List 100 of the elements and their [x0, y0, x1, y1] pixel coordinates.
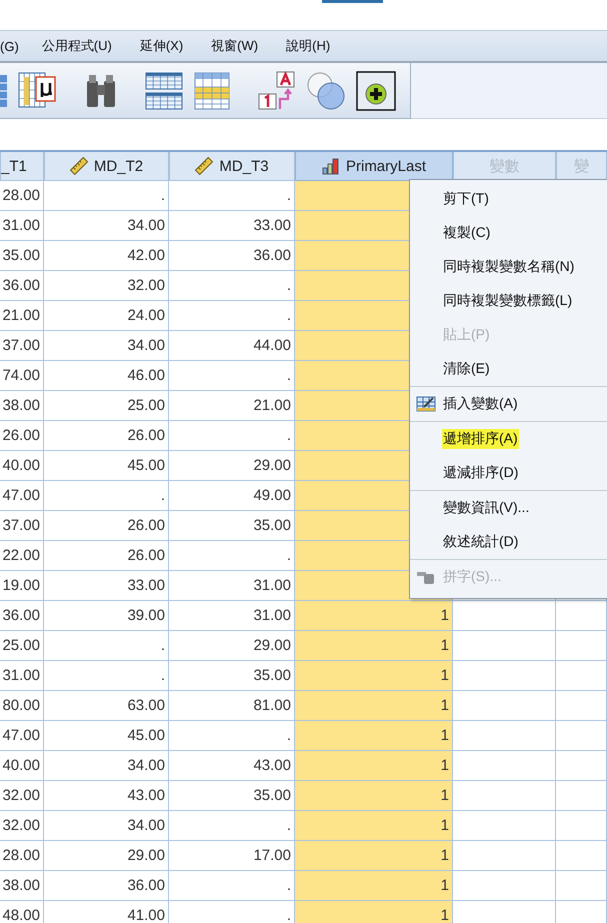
table-cell: 63.00: [44, 691, 169, 721]
context-menu-item[interactable]: 遞減排序(D): [410, 456, 607, 490]
table-cell: 26.00: [44, 421, 169, 451]
table-cell: [556, 811, 607, 841]
context-menu-item[interactable]: 同時複製變數標籤(L): [410, 284, 607, 318]
bar-chart-icon: [322, 157, 340, 175]
table-cell: .: [44, 181, 169, 211]
table-cell: 29.00: [169, 451, 295, 481]
table-cell: .: [169, 421, 295, 451]
table-cell: 31.00: [0, 661, 44, 691]
value-labels-icon[interactable]: [258, 70, 296, 110]
menu-item[interactable]: 延伸(X): [140, 37, 184, 55]
context-menu-item[interactable]: 剪下(T): [410, 182, 607, 216]
table-cell: 1: [295, 601, 453, 631]
table-cell: 29.00: [44, 841, 169, 871]
table-cell: 34.00: [44, 751, 169, 781]
context-menu-item[interactable]: 同時複製變數名稱(N): [410, 250, 607, 284]
table-cell: 17.00: [169, 841, 295, 871]
table-cell: .: [44, 661, 169, 691]
table-cell: 48.00: [0, 901, 44, 923]
table-cell: [556, 631, 607, 661]
table-cell: 34.00: [44, 331, 169, 361]
table-cell: 32.00: [0, 781, 44, 811]
table-cell: .: [169, 811, 295, 841]
table-cell: [556, 691, 607, 721]
table-cell: 31.00: [0, 211, 44, 241]
table-cell: 44.00: [169, 331, 295, 361]
menu-item[interactable]: 公用程式(U): [42, 37, 112, 55]
table-cell: 31.00: [169, 601, 295, 631]
table-cell: 25.00: [44, 391, 169, 421]
table-cell: 43.00: [44, 781, 169, 811]
table-cell: 34.00: [44, 211, 169, 241]
table-cell: .: [169, 721, 295, 751]
table-cell: 19.00: [0, 571, 44, 601]
table-split-icon[interactable]: [145, 72, 183, 110]
table-cell: 24.00: [44, 301, 169, 331]
table-cell: 1: [295, 811, 453, 841]
table-cell: 36.00: [0, 271, 44, 301]
context-menu-item[interactable]: 複製(C): [410, 216, 607, 250]
table-cell: 22.00: [0, 541, 44, 571]
table-pencil-icon: [416, 395, 436, 413]
table-cell: 36.00: [44, 871, 169, 901]
table-cell: 34.00: [44, 811, 169, 841]
table-cell: 40.00: [0, 751, 44, 781]
table-cell: 26.00: [0, 421, 44, 451]
context-menu-item[interactable]: 清除(E): [410, 352, 607, 386]
table-cell: 39.00: [44, 601, 169, 631]
table-cell: 1: [295, 871, 453, 901]
table-mu-icon[interactable]: [18, 70, 58, 110]
menu-item[interactable]: 視窗(W): [211, 37, 258, 55]
table-cell: [556, 841, 607, 871]
column-header[interactable]: MD_T3: [169, 152, 295, 181]
table-icon[interactable]: [0, 72, 8, 108]
table-cell: 25.00: [0, 631, 44, 661]
table-cell: 36.00: [169, 241, 295, 271]
table-cell: 1: [295, 841, 453, 871]
table-cell: .: [169, 871, 295, 901]
context-menu-item[interactable]: 敘述統計(D): [410, 525, 607, 559]
stamp-icon: [416, 569, 436, 585]
table-cell: 74.00: [0, 361, 44, 391]
table-cell: .: [169, 361, 295, 391]
table-cell: [556, 751, 607, 781]
table-cell: 33.00: [44, 571, 169, 601]
add-button-icon[interactable]: [356, 70, 396, 110]
table-cell: 35.00: [0, 241, 44, 271]
table-cell: 37.00: [0, 511, 44, 541]
table-cell: [556, 601, 607, 631]
table-cell: 40.00: [0, 451, 44, 481]
table-cell: 28.00: [0, 841, 44, 871]
table-cell: 35.00: [169, 661, 295, 691]
context-menu-item[interactable]: 插入變數(A): [410, 387, 607, 421]
table-cell: 26.00: [44, 541, 169, 571]
table-cell: 1: [295, 781, 453, 811]
table-cell: .: [169, 301, 295, 331]
table-cell: .: [44, 631, 169, 661]
table-cell: 1: [295, 691, 453, 721]
column-header[interactable]: _T1: [0, 152, 44, 181]
table-highlight-icon[interactable]: [194, 72, 230, 110]
table-cell: 31.00: [169, 571, 295, 601]
table-cell: 36.00: [0, 601, 44, 631]
binoculars-icon[interactable]: [85, 72, 117, 108]
column-header[interactable]: PrimaryLast: [295, 152, 453, 181]
table-cell: .: [169, 181, 295, 211]
menu-item[interactable]: (G): [0, 38, 19, 54]
table-cell: 35.00: [169, 781, 295, 811]
column-header[interactable]: MD_T2: [44, 152, 169, 181]
context-menu-item[interactable]: 變數資訊(V)...: [410, 491, 607, 525]
table-cell: 38.00: [0, 871, 44, 901]
table-cell: 35.00: [169, 511, 295, 541]
table-cell: [556, 661, 607, 691]
table-cell: 1: [295, 661, 453, 691]
table-cell: [556, 781, 607, 811]
table-cell: [556, 721, 607, 751]
table-cell: 32.00: [0, 811, 44, 841]
circles-icon[interactable]: [306, 70, 346, 110]
menu-item[interactable]: 說明(H): [286, 37, 330, 55]
table-cell: 21.00: [0, 301, 44, 331]
table-cell: .: [169, 541, 295, 571]
table-cell: 1: [295, 721, 453, 751]
context-menu-item[interactable]: 遞增排序(A): [410, 422, 607, 456]
